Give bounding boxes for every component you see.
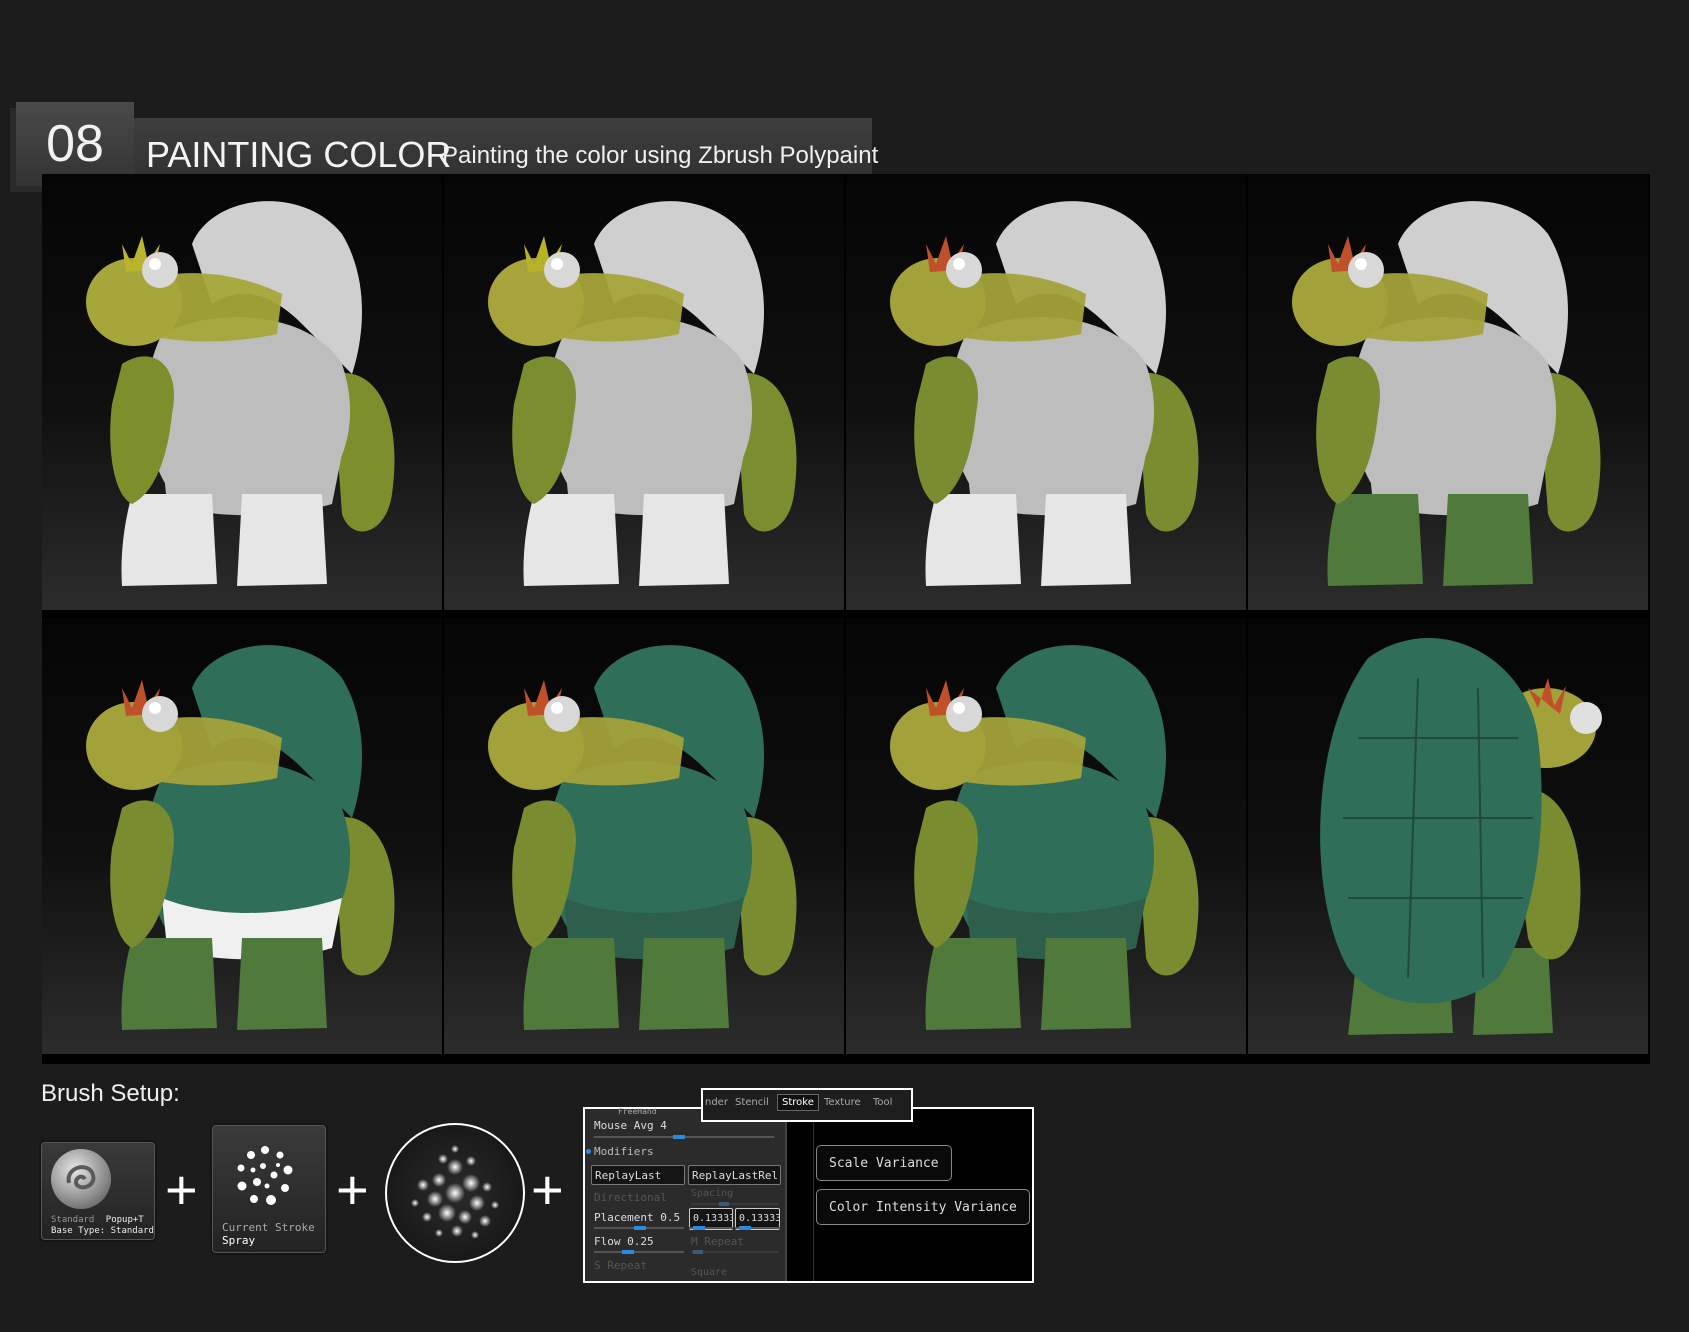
turtle-leg-front [925,938,1021,1030]
flow-slider-label[interactable]: Flow 0.25 [594,1235,654,1248]
tab-tool[interactable]: Tool [873,1097,892,1108]
scale-variance-button[interactable]: Scale Variance [816,1145,952,1181]
mouse-avg-slider[interactable] [594,1135,774,1139]
stroke-tile-caption: Current Stroke [222,1221,315,1234]
standard-brush-icon [51,1149,111,1209]
placement-slider[interactable] [594,1226,684,1230]
directional-label: Directional [594,1191,667,1204]
freehand-label: FreeHand [618,1107,657,1116]
render-panel [444,174,844,610]
render-panel [846,174,1246,610]
eye-highlight [149,258,161,270]
standard-brush-tile[interactable]: Standard Popup+T Base Type: Standard [41,1142,155,1240]
turtle-render [890,645,1199,1030]
turtle-eye [544,696,580,732]
turtle-leg-back [1443,494,1533,586]
tab-stroke[interactable]: Stroke [777,1094,819,1111]
modifiers-label: Modifiers [594,1145,654,1158]
render-panel [846,618,1246,1054]
render-panel [444,618,844,1054]
spray-alpha-icon[interactable] [385,1123,525,1263]
stroke-palette-settings: FreeHand Mouse Avg 4 Modifiers ReplayLas… [585,1107,785,1281]
turtle-leg-back [237,938,327,1030]
s-repeat-label: S Repeat [594,1259,647,1272]
brush-setup-label: Brush Setup: [41,1080,180,1107]
stroke-palette: FreeHand Mouse Avg 4 Modifiers ReplayLas… [583,1107,1034,1283]
spacing-slider[interactable] [691,1202,779,1206]
turtle-leg-front [523,938,619,1030]
eye-highlight [1355,258,1367,270]
page-subtitle: Painting the color using Zbrush Polypain… [442,142,879,169]
tab-texture[interactable]: Texture [824,1097,861,1108]
m-repeat-slider[interactable] [691,1250,779,1254]
modifiers-dot-icon [586,1149,591,1154]
turtle-eye [142,696,178,732]
replay-last-button[interactable]: ReplayLast [591,1165,685,1185]
eye-highlight [953,702,965,714]
turtle-leg-front [1327,494,1423,586]
turtle-shell [1320,637,1542,1004]
turtle-eye [1570,702,1602,734]
palette-divider [813,1109,814,1281]
turtle-render [86,201,395,586]
eye-highlight [953,258,965,270]
m-repeat-label: M Repeat [691,1235,744,1248]
turtle-leg-back [237,494,327,586]
turtle-render [890,201,1199,586]
mouse-avg-slider-label[interactable]: Mouse Avg 4 [594,1119,667,1132]
turtle-eye [544,252,580,288]
turtle-leg-front [925,494,1021,586]
spray-stroke-tile[interactable]: Current Stroke Spray [212,1125,326,1253]
spacing-label: Spacing [691,1188,734,1199]
plus-sign: + [336,1158,369,1221]
flow-slider[interactable] [594,1250,684,1254]
tab-stencil[interactable]: Stencil [735,1097,769,1108]
turtle-render-back [1320,637,1602,1035]
tab-render[interactable]: nder [705,1097,728,1108]
square-label: Square [691,1267,728,1278]
eye-highlight [149,702,161,714]
render-panel [42,618,442,1054]
stroke-tile-name: Spray [222,1234,256,1247]
turtle-leg-back [1041,938,1131,1030]
render-panel [1248,618,1648,1054]
spray-stroke-icon [237,1146,293,1205]
turtle-eye [946,696,982,732]
placement-slider-label[interactable]: Placement 0.5 [594,1211,680,1224]
render-panel [1248,174,1648,610]
render-panel [42,174,442,610]
alpha-dots [411,1145,499,1239]
turtle-render [86,645,395,1030]
palette-divider [785,1109,787,1281]
turtle-leg-front [523,494,619,586]
turtle-leg-back [639,938,729,1030]
turtle-render [1292,201,1601,586]
turtle-eye [142,252,178,288]
standard-brush-name: Standard [51,1215,95,1225]
turtle-render [488,201,797,586]
replay-last-rel-button[interactable]: ReplayLastRel [688,1165,781,1185]
standard-brush-shortcut: Popup+T [105,1215,144,1225]
render-gallery [42,174,1650,1064]
placement-value-slider-1[interactable] [689,1226,733,1230]
palette-tabs: nder Stencil Stroke Texture Tool [701,1088,913,1122]
turtle-leg-front [121,494,217,586]
page-title: PAINTING COLOR [146,134,452,175]
plus-sign: + [531,1158,564,1221]
turtle-render [488,645,797,1030]
turtle-eye [1348,252,1384,288]
eye-highlight [551,702,563,714]
turtle-leg-back [1041,494,1131,586]
eye-highlight [551,258,563,270]
standard-brush-base-type: Base Type: Standard [51,1226,154,1236]
placement-value-slider-2[interactable] [735,1226,780,1230]
color-intensity-variance-button[interactable]: Color Intensity Variance [816,1189,1030,1225]
turtle-eye [946,252,982,288]
plus-sign: + [165,1158,198,1221]
turtle-leg-back [639,494,729,586]
turtle-leg-front [121,938,217,1030]
